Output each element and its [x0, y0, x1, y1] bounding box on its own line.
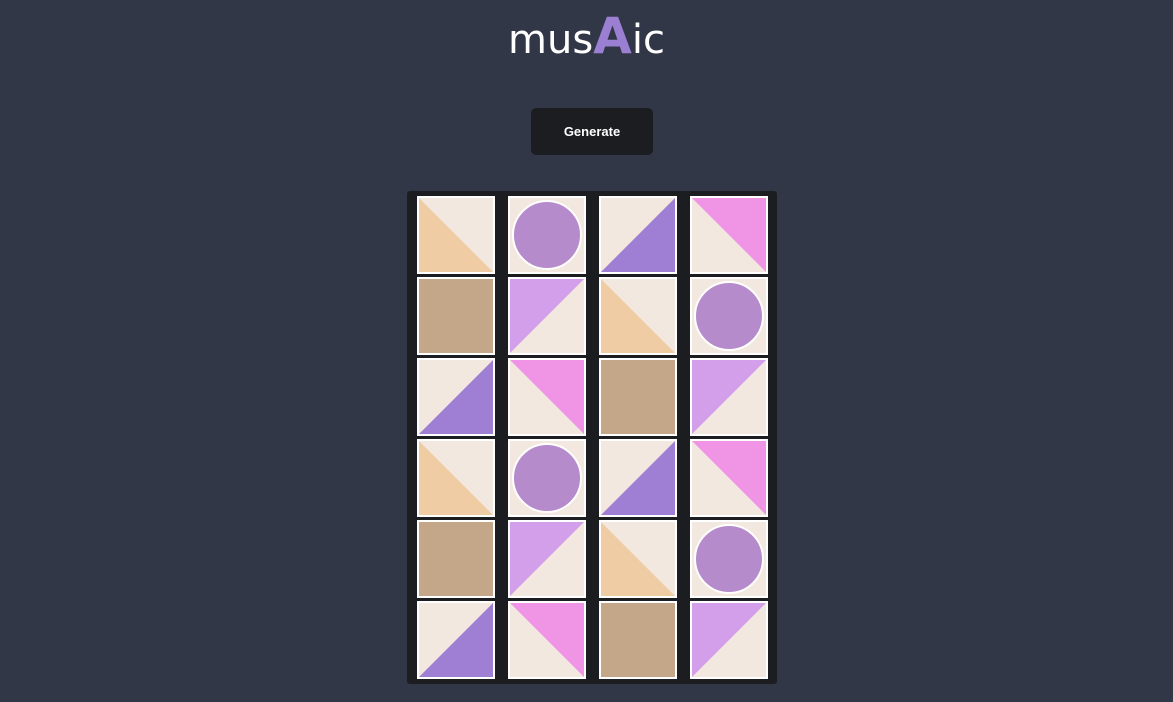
mosaic-tile[interactable] — [690, 601, 768, 679]
tile-shape — [692, 603, 766, 677]
generate-button[interactable]: Generate — [531, 108, 653, 155]
logo-accent: A — [593, 7, 632, 65]
mosaic-tile[interactable] — [508, 358, 586, 436]
tile-shape — [692, 198, 766, 272]
mosaic-tile[interactable] — [690, 358, 768, 436]
mosaic-tile[interactable] — [508, 277, 586, 355]
mosaic-tile[interactable] — [690, 277, 768, 355]
tile-shape — [510, 279, 584, 353]
square-shape — [419, 522, 493, 596]
tile-shape — [601, 522, 675, 596]
tile-shape — [694, 524, 764, 594]
mosaic-tile[interactable] — [599, 277, 677, 355]
circle-shape — [512, 200, 582, 270]
triangle-shape — [510, 522, 584, 596]
tile-shape — [419, 522, 493, 596]
circle-shape — [694, 281, 764, 351]
mosaic-tile[interactable] — [599, 358, 677, 436]
tile-shape — [601, 198, 675, 272]
triangle-shape — [692, 198, 766, 272]
mosaic-board — [407, 191, 777, 684]
tile-shape — [601, 441, 675, 515]
triangle-shape — [419, 360, 493, 434]
triangle-shape — [419, 603, 493, 677]
tile-shape — [510, 603, 584, 677]
triangle-shape — [419, 441, 493, 515]
app-logo: musAic — [0, 8, 1173, 68]
triangle-shape — [601, 198, 675, 272]
circle-shape — [512, 443, 582, 513]
mosaic-tile[interactable] — [508, 520, 586, 598]
mosaic-tile[interactable] — [599, 196, 677, 274]
tile-shape — [510, 522, 584, 596]
mosaic-tile[interactable] — [417, 358, 495, 436]
triangle-shape — [419, 198, 493, 272]
tile-shape — [419, 198, 493, 272]
mosaic-tile[interactable] — [508, 439, 586, 517]
square-shape — [419, 279, 493, 353]
tile-shape — [601, 603, 675, 677]
mosaic-tile[interactable] — [508, 601, 586, 679]
triangle-shape — [601, 441, 675, 515]
mosaic-tile[interactable] — [417, 196, 495, 274]
mosaic-tile[interactable] — [690, 439, 768, 517]
mosaic-tile[interactable] — [417, 439, 495, 517]
mosaic-tile[interactable] — [599, 601, 677, 679]
mosaic-tile[interactable] — [417, 520, 495, 598]
mosaic-tile[interactable] — [599, 520, 677, 598]
mosaic-tile[interactable] — [508, 196, 586, 274]
tile-shape — [692, 441, 766, 515]
tile-shape — [692, 360, 766, 434]
square-shape — [601, 360, 675, 434]
triangle-shape — [510, 360, 584, 434]
mosaic-tile[interactable] — [599, 439, 677, 517]
triangle-shape — [692, 603, 766, 677]
tile-shape — [601, 360, 675, 434]
triangle-shape — [601, 522, 675, 596]
mosaic-tile[interactable] — [417, 601, 495, 679]
triangle-shape — [510, 279, 584, 353]
tile-shape — [419, 360, 493, 434]
mosaic-tile[interactable] — [690, 520, 768, 598]
triangle-shape — [510, 603, 584, 677]
tile-shape — [601, 279, 675, 353]
circle-shape — [694, 524, 764, 594]
tile-shape — [419, 279, 493, 353]
triangle-shape — [601, 279, 675, 353]
tile-shape — [419, 603, 493, 677]
tile-shape — [510, 360, 584, 434]
triangle-shape — [692, 441, 766, 515]
mosaic-tile[interactable] — [417, 277, 495, 355]
mosaic-tile[interactable] — [690, 196, 768, 274]
logo-suffix: ic — [631, 17, 665, 63]
tile-shape — [694, 281, 764, 351]
square-shape — [601, 603, 675, 677]
tile-shape — [419, 441, 493, 515]
tile-shape — [512, 200, 582, 270]
logo-prefix: mus — [508, 17, 594, 63]
triangle-shape — [692, 360, 766, 434]
tile-shape — [512, 443, 582, 513]
